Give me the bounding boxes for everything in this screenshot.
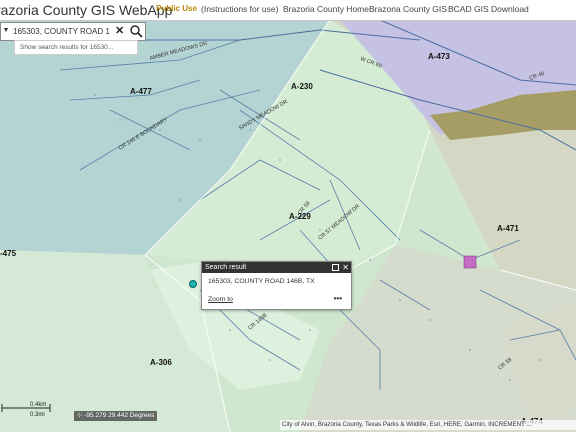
bcad-download-link[interactable]: BCAD GIS Download [448,4,529,14]
map-view[interactable]: AMBER MEADOWS DR CR 146 E BOUNDARY SANDY… [0,20,576,432]
popup-title: Search result [205,264,247,271]
abstract-label-a471: A-471 [497,224,519,233]
top-header: razoria County GIS WebApp Public Use (In… [0,0,576,21]
map-canvas: AMBER MEADOWS DR CR 146 E BOUNDARY SANDY… [0,20,576,432]
search-icon [130,25,143,38]
county-home-link[interactable]: Brazoria County Home [283,4,369,14]
maximize-icon[interactable] [332,264,339,271]
search-box: ▼ ✕ [0,22,130,41]
abstract-label-a306: A-306 [150,358,172,367]
search-input[interactable] [11,23,113,40]
map-attribution: City of Alvin, Brazoria County, Texas Pa… [280,420,576,430]
more-options-icon[interactable]: ••• [334,294,342,303]
scale-km-label: 0.4km [30,402,46,408]
close-icon[interactable]: ✕ [342,262,349,273]
coords-text: -95.279 29.442 Degrees [84,412,155,419]
search-widget: ▼ ✕ Show search results for 16530... [0,22,146,55]
public-use-badge: Public Use [156,4,197,13]
popup-header: Search result ✕ [202,262,351,273]
coordinate-readout: ⊹ -95.279 29.442 Degrees [74,411,158,421]
search-result-popup: Search result ✕ 165303, COUNTY ROAD 146B… [201,261,352,310]
app-title: razoria County GIS WebApp [0,2,173,18]
instructions-link[interactable]: (Instructions for use) [201,4,278,14]
zoom-to-link[interactable]: Zoom to [208,296,233,303]
scale-mi-label: 0.3mi [30,412,45,418]
search-source-dropdown-icon[interactable]: ▼ [1,27,11,34]
abstract-label-a473: A-473 [428,52,450,61]
abstract-label-a229: A-229 [289,212,311,221]
scale-bar: 0.4km 0.3mi [0,398,60,418]
abstract-label-a475: -475 [0,249,17,258]
county-gis-link[interactable]: Brazoria County GIS [369,4,447,14]
abstract-label-a230: A-230 [291,82,313,91]
clear-search-icon[interactable]: ✕ [115,24,124,37]
search-suggestion[interactable]: Show search results for 16530... [14,40,138,55]
search-button[interactable] [128,22,146,41]
abstract-label-a477: A-477 [130,87,152,96]
poi-marker-icon [463,255,477,269]
popup-address: 165303, COUNTY ROAD 146B, TX [208,278,315,285]
location-pin-icon[interactable] [189,280,197,288]
